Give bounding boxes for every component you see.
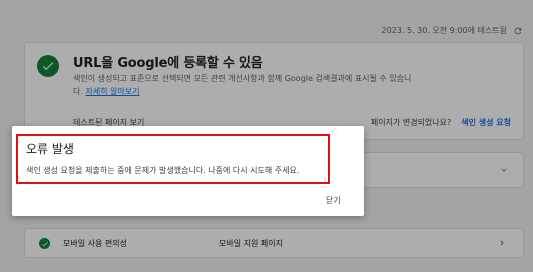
dialog-title: 오류 발생: [26, 142, 74, 156]
search-console-page: 2023. 5. 30. 오전 9:00에 테스트됨 URL을 Google에 …: [0, 0, 533, 272]
close-button[interactable]: 닫기: [326, 195, 341, 206]
dialog-message: 색인 생성 요청을 제출하는 중에 문제가 발생했습니다. 나중에 다시 시도해…: [26, 166, 300, 175]
